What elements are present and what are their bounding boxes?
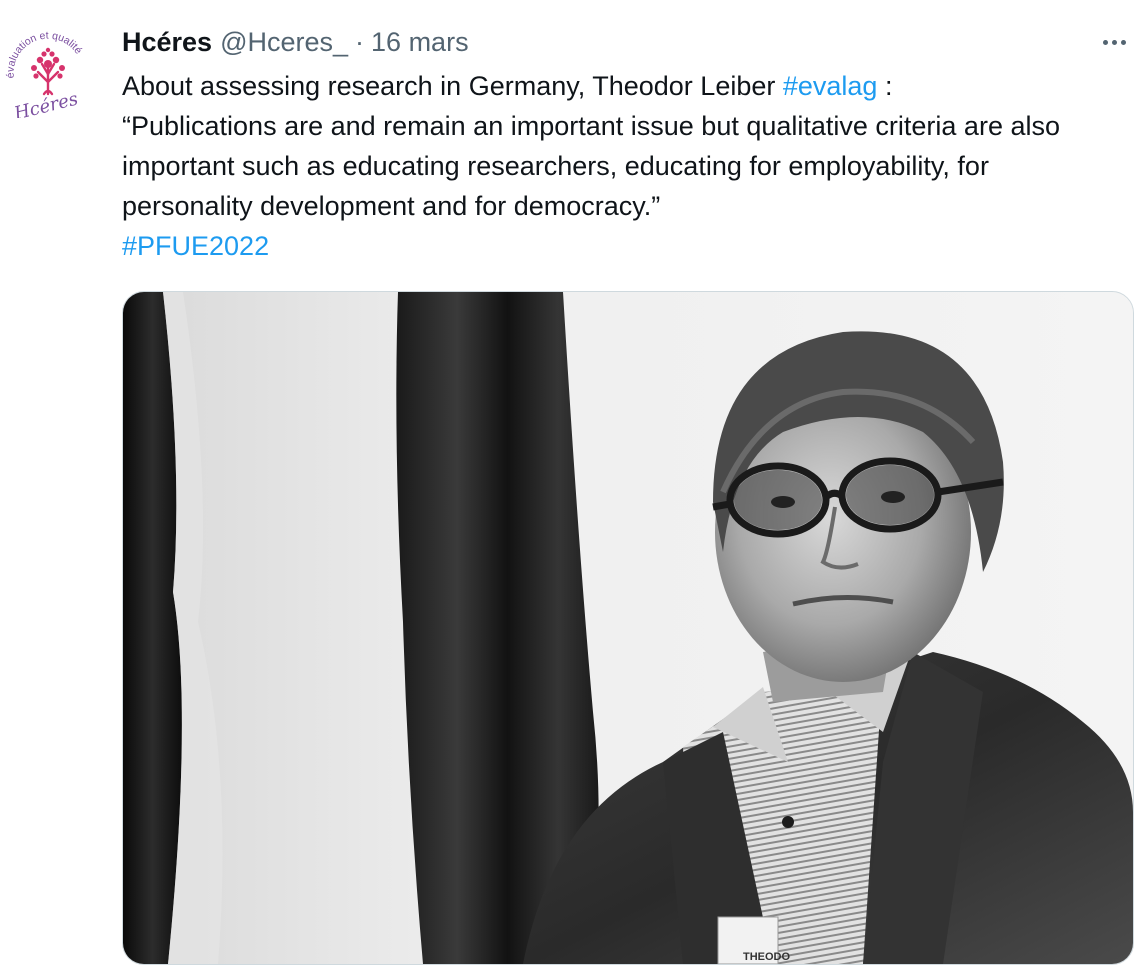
tweet-date[interactable]: 16 mars <box>371 27 469 58</box>
hashtag-evalag[interactable]: #evalag <box>783 71 878 101</box>
name-badge-text: THEODO <box>743 951 791 963</box>
author-handle[interactable]: @Hceres_ <box>220 27 348 58</box>
tweet-text: About assessing research in Germany, The… <box>122 66 1122 266</box>
tweet-photo[interactable]: THEODO <box>122 291 1134 965</box>
hashtag-pfue2022[interactable]: #PFUE2022 <box>122 231 269 261</box>
header-separator: · <box>355 26 365 57</box>
more-dot <box>1120 39 1126 45</box>
tweet-text-intro: About assessing research in Germany, The… <box>122 71 783 101</box>
tweet-quote: “Publications are and remain an importan… <box>122 111 1060 221</box>
hceres-logo-icon: évaluation et qualité Hcéres <box>5 30 85 125</box>
more-options-button[interactable] <box>1098 28 1130 56</box>
more-dot <box>1111 39 1117 45</box>
more-horizontal-icon <box>1102 39 1108 45</box>
avatar-hceres-logo[interactable]: évaluation et qualité Hcéres <box>0 22 96 125</box>
tweet-header: Hcéres @Hceres_ · 16 mars <box>122 22 469 62</box>
tweet-text-line1: About assessing research in Germany, The… <box>122 66 1122 106</box>
portrait-photo-image: THEODO <box>123 292 1133 964</box>
tweet-text-colon: : <box>877 71 893 101</box>
author-name[interactable]: Hcéres <box>122 27 212 58</box>
